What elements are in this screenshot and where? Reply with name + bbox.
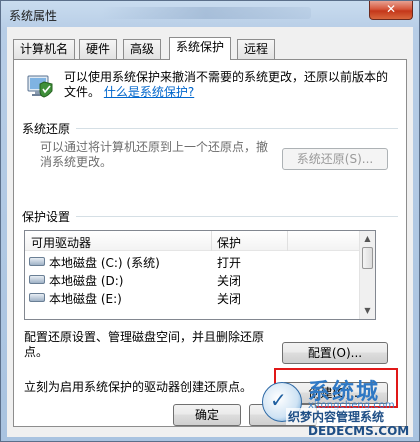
divider — [76, 216, 398, 217]
title-bar[interactable]: 系统属性 ✕ — [1, 1, 419, 27]
what-is-system-protection-link[interactable]: 什么是系统保护? — [104, 85, 194, 99]
column-header-drives[interactable]: 可用驱动器 — [31, 234, 91, 251]
drive-protection: 关闭 — [217, 274, 242, 288]
scroll-thumb[interactable] — [362, 247, 373, 269]
drive-protection: 关闭 — [217, 292, 242, 306]
drive-row[interactable]: 本地磁盘 (D:) 关闭 — [25, 270, 361, 288]
system-protection-icon — [27, 75, 53, 98]
create-description: 立刻为启用系统保护的驱动器创建还原点。 — [24, 380, 253, 394]
intro-description: 可以使用系统保护来撤消不需要的系统更改，还原以前版本的文件。 什么是系统保护? — [64, 70, 394, 100]
scroll-up-icon[interactable]: ▲ — [360, 231, 375, 247]
drive-row[interactable]: 本地磁盘 (E:) 关闭 — [25, 288, 361, 306]
system-restore-group-label: 系统还原 — [22, 122, 71, 136]
close-button[interactable]: ✕ — [369, 1, 413, 20]
hard-drive-icon — [29, 257, 45, 266]
system-restore-button[interactable]: 系统还原(S)... — [282, 148, 388, 170]
title-bar-glass — [101, 7, 311, 19]
tab-strip: 计算机名 硬件 高级 系统保护 远程 — [13, 37, 409, 60]
system-restore-description: 可以通过将计算机还原到上一个还原点，撤消系统更改。 — [40, 140, 269, 169]
hard-drive-icon — [29, 293, 45, 302]
watermark: ✓ 系统城 xitongcheng.com 织梦内容管理系统 DEDECMS.C… — [256, 366, 416, 440]
drive-name: 本地磁盘 (C:) (系统) — [49, 256, 160, 270]
drive-list-header: 可用驱动器 保护 — [25, 231, 361, 251]
tab-remote[interactable]: 远程 — [237, 39, 276, 59]
hard-drive-icon — [29, 275, 45, 284]
drive-name: 本地磁盘 (D:) — [49, 274, 124, 288]
ok-button[interactable]: 确定 — [173, 404, 241, 426]
protection-settings-group-label: 保护设置 — [22, 210, 71, 224]
drive-row[interactable]: 本地磁盘 (C:) (系统) 打开 — [25, 252, 361, 270]
drive-protection: 打开 — [217, 256, 242, 270]
configure-button[interactable]: 配置(O)... — [282, 342, 388, 364]
window-title: 系统属性 — [9, 9, 58, 23]
tab-computer-name[interactable]: 计算机名 — [13, 39, 76, 59]
drive-name: 本地磁盘 (E:) — [49, 292, 122, 306]
column-separator[interactable] — [287, 231, 288, 251]
drive-list-scrollbar[interactable]: ▲ ▼ — [359, 231, 375, 319]
column-separator[interactable] — [211, 231, 212, 251]
tab-advanced[interactable]: 高级 — [123, 39, 162, 59]
column-header-protection[interactable]: 保护 — [217, 234, 241, 251]
configure-description: 配置还原设置、管理磁盘空间，并且删除还原点。 — [24, 330, 265, 359]
tab-system-protection[interactable]: 系统保护 — [169, 37, 232, 60]
tab-hardware[interactable]: 硬件 — [79, 39, 118, 59]
scroll-down-icon[interactable]: ▼ — [360, 303, 375, 319]
drive-list[interactable]: 可用驱动器 保护 本地磁盘 (C:) (系统) 打开 本地磁盘 (D:) 关闭 — [24, 230, 376, 320]
divider — [76, 128, 398, 129]
watermark-brand: 织梦内容管理系统 — [286, 408, 387, 425]
watermark-domain: DEDECMS.COM — [308, 424, 410, 438]
